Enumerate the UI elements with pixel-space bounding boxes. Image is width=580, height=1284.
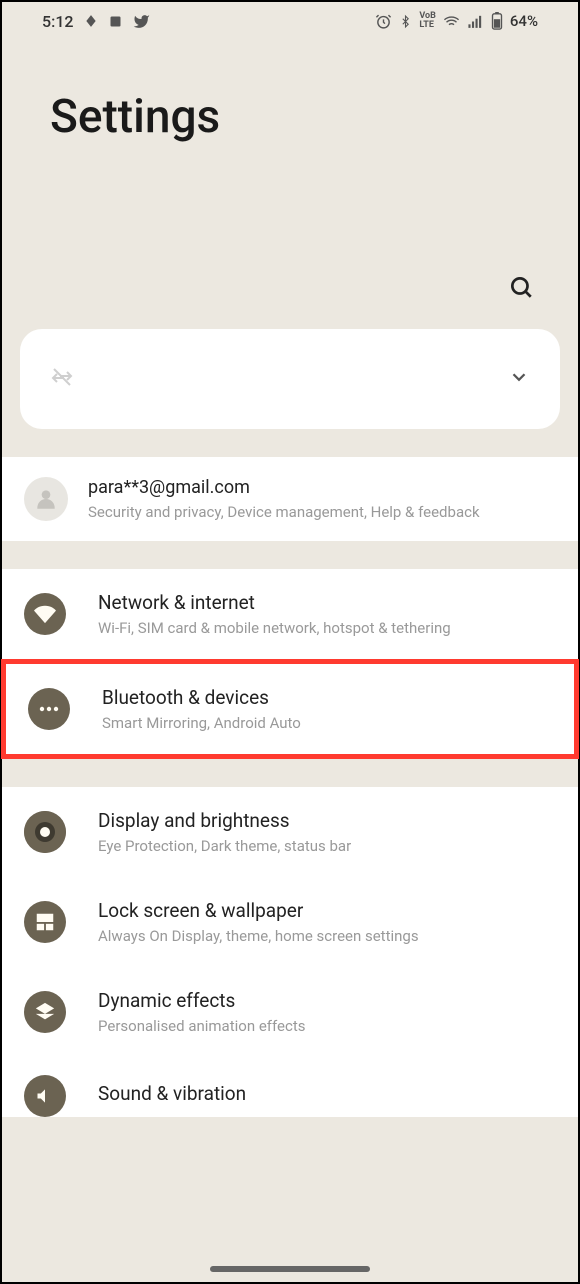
page-title: Settings [50,90,530,144]
item-title: Bluetooth & devices [102,686,552,709]
item-title: Network & internet [98,591,556,614]
header: Settings [2,40,578,144]
status-time: 5:12 [42,12,74,31]
sync-off-icon [50,365,74,393]
item-title: Lock screen & wallpaper [98,899,556,922]
brightness-circle-icon [24,811,66,853]
settings-item-network[interactable]: Network & internet Wi-Fi, SIM card & mob… [2,569,578,659]
item-sub: Eye Protection, Dark theme, status bar [98,837,556,855]
settings-item-dynamic[interactable]: Dynamic effects Personalised animation e… [2,967,578,1057]
battery-icon [491,12,503,30]
item-title: Display and brightness [98,809,556,832]
account-row[interactable]: para**3@gmail.com Security and privacy, … [2,457,578,541]
item-sub: Smart Mirroring, Android Auto [102,714,552,732]
battery-percent: 64% [510,12,538,30]
location-icon [84,14,98,28]
suggestion-card[interactable] [20,329,560,429]
wifi-circle-icon [24,593,66,635]
twitter-icon [133,13,150,30]
connectivity-section: Network & internet Wi-Fi, SIM card & mob… [2,569,578,759]
account-section: para**3@gmail.com Security and privacy, … [2,457,578,541]
chevron-down-icon [508,366,530,392]
search-icon[interactable] [508,274,534,304]
alarm-icon [375,13,392,30]
wifi-icon [443,13,460,30]
layers-circle-icon [24,991,66,1033]
search-area [2,144,578,329]
dots-circle-icon [28,688,70,730]
avatar [24,477,68,521]
account-sub: Security and privacy, Device management,… [88,503,556,521]
display-section: Display and brightness Eye Protection, D… [2,787,578,1117]
signal-icon [467,13,484,30]
item-sub: Always On Display, theme, home screen se… [98,927,556,945]
home-indicator[interactable] [210,1266,370,1272]
bluetooth-icon [399,14,412,29]
item-sub: Personalised animation effects [98,1017,556,1035]
app-icon [108,14,123,29]
status-bar: 5:12 VoBLTE 64% [2,2,578,40]
settings-item-bluetooth[interactable]: Bluetooth & devices Smart Mirroring, And… [1,659,579,759]
settings-item-display[interactable]: Display and brightness Eye Protection, D… [2,787,578,877]
settings-item-sound[interactable]: Sound & vibration [2,1057,578,1117]
account-email: para**3@gmail.com [88,477,556,498]
item-title: Sound & vibration [98,1082,556,1105]
sound-circle-icon [24,1075,66,1117]
volte-icon: VoBLTE [419,12,436,30]
wallpaper-circle-icon [24,901,66,943]
settings-item-lockscreen[interactable]: Lock screen & wallpaper Always On Displa… [2,877,578,967]
item-title: Dynamic effects [98,989,556,1012]
item-sub: Wi-Fi, SIM card & mobile network, hotspo… [98,619,556,637]
